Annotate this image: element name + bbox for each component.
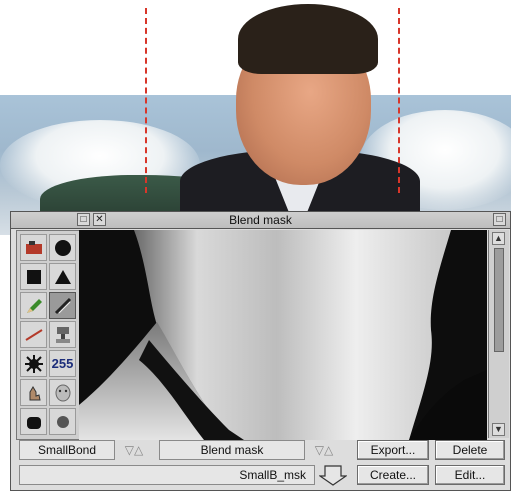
scroll-up-icon[interactable]: ▲ [492,232,505,245]
face-icon[interactable] [49,379,76,406]
cog-icon[interactable] [49,408,76,435]
source-image-field[interactable]: SmallBond [19,440,115,460]
mask-canvas[interactable] [79,230,487,440]
toolbox: 255 [16,230,81,440]
scroll-thumb[interactable] [494,248,504,352]
delete-button[interactable]: Delete [435,440,505,460]
lasso-icon[interactable] [20,408,47,435]
splat-icon[interactable] [20,350,47,377]
drag-file-icon[interactable] [318,464,348,486]
source-updown-icon[interactable]: ▽△ [117,440,151,460]
value-display[interactable]: 255 [49,350,76,377]
edit-button[interactable]: Edit... [435,465,505,485]
filled-triangle-icon[interactable] [49,263,76,290]
value-label: 255 [51,356,74,371]
filled-circle-icon[interactable] [49,234,76,261]
mask-image [79,230,487,440]
mask-name-field[interactable]: Blend mask [159,440,305,460]
window-title: Blend mask [229,213,292,227]
create-button[interactable]: Create... [357,465,429,485]
portrait-hair [238,4,378,74]
vertical-scrollbar[interactable]: ▲ ▼ [488,230,509,438]
blend-mask-window: □ ✕ Blend mask □ 255 ▲ ▼ SmallBond ▽△ Bl… [10,211,511,491]
pencil-icon[interactable] [20,292,47,319]
scroll-down-icon[interactable]: ▼ [492,423,505,436]
toggle-size-icon[interactable]: □ [493,213,506,226]
line-icon[interactable] [20,321,47,348]
paint-spray-icon[interactable] [20,234,47,261]
mask-file-field[interactable]: SmallB_msk [19,465,315,485]
filled-square-icon[interactable] [20,263,47,290]
brush-icon[interactable] [49,292,76,319]
mask-updown-icon[interactable]: ▽△ [307,440,341,460]
export-button[interactable]: Export... [357,440,429,460]
guide-line [145,8,147,193]
smudge-icon[interactable] [20,379,47,406]
stamp-icon[interactable] [49,321,76,348]
title-bar[interactable]: □ ✕ Blend mask □ [11,212,510,229]
guide-line [398,8,400,193]
